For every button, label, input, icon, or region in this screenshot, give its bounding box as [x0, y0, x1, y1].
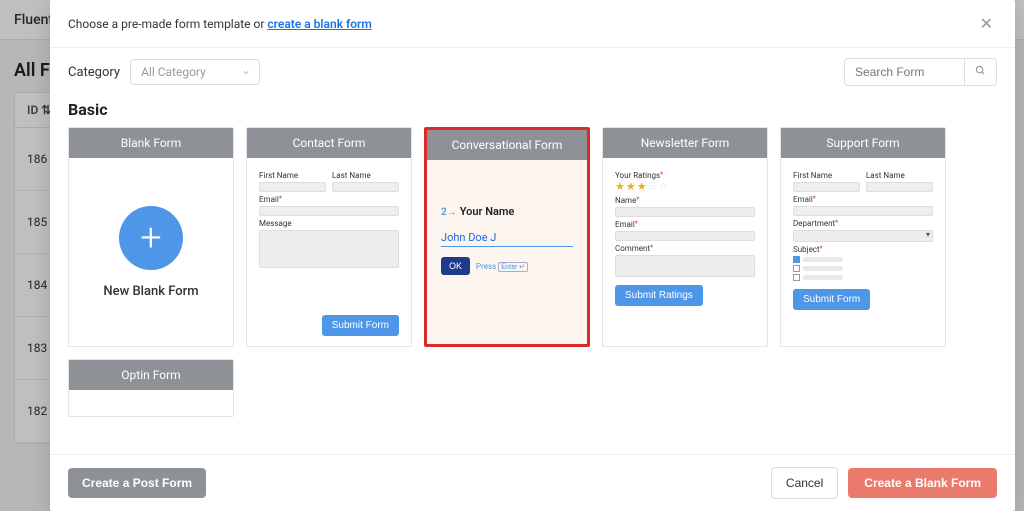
preview-submit: Submit Ratings — [615, 285, 703, 306]
card-head: Optin Form — [69, 360, 233, 390]
preview-label: Department* — [793, 219, 933, 228]
preview-input — [615, 231, 755, 241]
preview-label: Last Name — [866, 171, 933, 180]
search-icon — [975, 65, 986, 76]
category-label: Category — [68, 65, 120, 80]
conv-preview: 2→Your Name John Doe J OK Press Enter ↵ — [427, 160, 587, 344]
preview-submit: Submit Form — [793, 289, 870, 310]
preview-label: Comment* — [615, 244, 755, 253]
card-conversational-form[interactable]: Conversational Form 2→Your Name John Doe… — [424, 127, 590, 347]
conv-answer: John Doe J — [441, 225, 573, 247]
preview-input — [259, 206, 399, 216]
card-head: Support Form — [781, 128, 945, 158]
preview-label: Subject* — [793, 245, 933, 254]
cancel-button[interactable]: Cancel — [771, 467, 838, 499]
conv-step: 2→ — [441, 207, 457, 218]
preview-input — [793, 182, 860, 192]
preview-checkbox — [793, 265, 933, 272]
create-post-form-button[interactable]: Create a Post Form — [68, 468, 206, 498]
card-head: Conversational Form — [427, 130, 587, 160]
close-icon[interactable]: ✕ — [976, 10, 997, 37]
search-input[interactable] — [844, 58, 964, 86]
create-blank-link[interactable]: create a blank form — [267, 17, 371, 31]
conv-question: Your Name — [460, 205, 515, 218]
card-head: Newsletter Form — [603, 128, 767, 158]
press-enter-hint: Press Enter ↵ — [476, 262, 528, 271]
preview-input — [615, 207, 755, 217]
search-wrap — [844, 58, 997, 86]
modal-footer: Create a Post Form Cancel Create a Blank… — [50, 454, 1015, 511]
modal-header: Choose a pre-made form template or creat… — [50, 0, 1015, 48]
card-optin-form[interactable]: Optin Form — [68, 359, 234, 417]
create-blank-form-button[interactable]: Create a Blank Form — [848, 468, 997, 498]
conv-ok-button: OK — [441, 257, 470, 275]
template-cards: Blank Form + New Blank Form Contact Form… — [68, 127, 997, 417]
preview-textarea — [259, 230, 399, 268]
preview-label: Email* — [259, 195, 399, 204]
plus-icon: + — [119, 206, 183, 270]
preview-label: Email* — [615, 220, 755, 229]
preview-checkbox — [793, 256, 933, 263]
preview-textarea — [615, 255, 755, 277]
preview-checkbox — [793, 274, 933, 281]
card-head: Blank Form — [69, 128, 233, 158]
modal-heading-text: Choose a pre-made form template or creat… — [68, 17, 372, 31]
modal-body: Basic Blank Form + New Blank Form Contac… — [50, 96, 1015, 454]
blank-caption: New Blank Form — [103, 284, 198, 299]
preview-label: Name* — [615, 196, 755, 205]
card-newsletter-form[interactable]: Newsletter Form Your Ratings* ★★★☆☆ Name… — [602, 127, 768, 347]
preview-label: Last Name — [332, 171, 399, 180]
card-support-form[interactable]: Support Form First Name Last Name Email*… — [780, 127, 946, 347]
category-select[interactable]: All Category — [130, 59, 260, 85]
preview-input — [793, 206, 933, 216]
section-title: Basic — [68, 100, 997, 119]
preview-label: Email* — [793, 195, 933, 204]
preview-label: Your Ratings* — [615, 171, 755, 180]
preview-label: First Name — [259, 171, 326, 180]
preview-submit: Submit Form — [322, 315, 399, 336]
preview-input — [866, 182, 933, 192]
preview-input — [259, 182, 326, 192]
search-button[interactable] — [964, 58, 997, 86]
preview-select — [793, 230, 933, 242]
card-head: Contact Form — [247, 128, 411, 158]
modal-toolbar: Category All Category — [50, 48, 1015, 96]
preview-label: Message — [259, 219, 399, 228]
card-contact-form[interactable]: Contact Form First Name Last Name Email*… — [246, 127, 412, 347]
modal-overlay[interactable]: Choose a pre-made form template or creat… — [0, 0, 1024, 511]
template-modal: Choose a pre-made form template or creat… — [50, 0, 1015, 511]
star-rating-icon: ★★★☆☆ — [615, 180, 755, 193]
preview-input — [332, 182, 399, 192]
preview-label: First Name — [793, 171, 860, 180]
card-blank-form[interactable]: Blank Form + New Blank Form — [68, 127, 234, 347]
